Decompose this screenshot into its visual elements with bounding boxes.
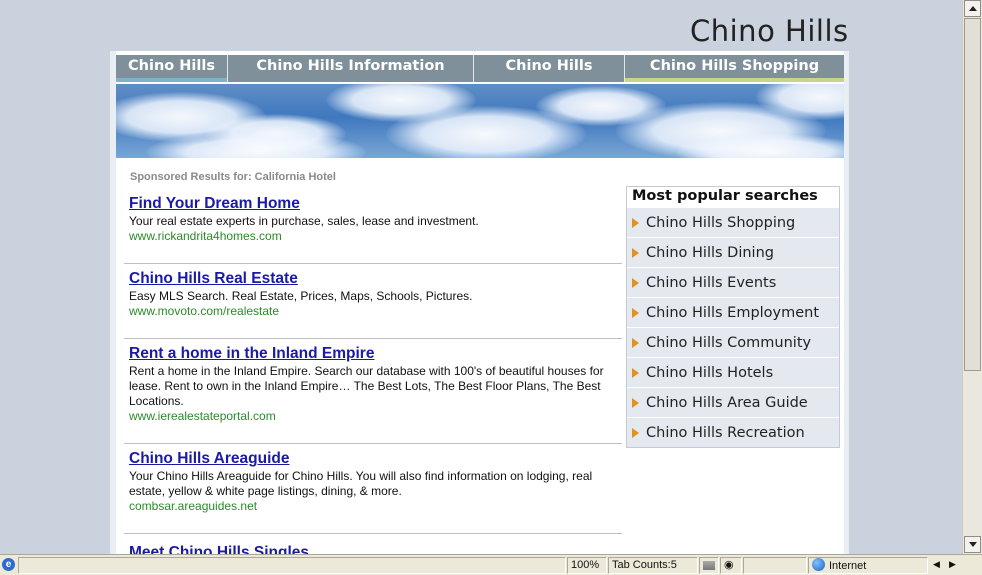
result-description: Easy MLS Search. Real Estate, Prices, Ma… xyxy=(129,289,473,303)
tab-counts: Tab Counts:5 xyxy=(608,557,698,574)
popular-search-item[interactable]: Chino Hills Community xyxy=(627,327,839,357)
result-url[interactable]: www.movoto.com/realestate xyxy=(129,304,617,319)
printer-icon[interactable] xyxy=(699,557,719,574)
nav-tab-accent xyxy=(228,78,473,82)
popular-searches-heading: Most popular searches xyxy=(632,188,818,204)
nav-tab-accent xyxy=(474,78,624,82)
orange-arrow-icon xyxy=(632,337,639,348)
result-title-link[interactable]: Meet Chino Hills Singles xyxy=(129,544,617,554)
popular-search-item[interactable]: Chino Hills Area Guide xyxy=(627,387,839,417)
orange-arrow-icon xyxy=(632,217,639,228)
privacy-eye-icon[interactable]: ◉ xyxy=(720,557,742,574)
scrollbar-thumb[interactable] xyxy=(964,18,981,371)
orange-arrow-icon xyxy=(632,367,639,378)
orange-arrow-icon xyxy=(632,307,639,318)
security-zone: Internet xyxy=(808,557,928,574)
nav-tab-chino-hills[interactable]: Chino Hills xyxy=(116,55,228,82)
popular-search-label: Chino Hills Recreation xyxy=(646,424,805,441)
resize-left-icon[interactable]: ◀ xyxy=(930,557,944,574)
scroll-down-button[interactable] xyxy=(964,536,981,553)
result-description: Your Chino Hills Areaguide for Chino Hil… xyxy=(129,469,593,498)
popular-search-label: Chino Hills Shopping xyxy=(646,214,796,231)
result-item: Meet Chino Hills Singles xyxy=(124,534,622,554)
popular-search-label: Chino Hills Hotels xyxy=(646,364,774,381)
nav-tab-label: Chino Hills Shopping xyxy=(649,58,820,74)
result-url[interactable]: www.ierealestateportal.com xyxy=(129,409,617,424)
resize-right-icon[interactable]: ▶ xyxy=(946,557,960,574)
result-title-link[interactable]: Find Your Dream Home xyxy=(129,195,617,213)
browser-status-bar: e 100% Tab Counts:5 ◉ Internet ◀ ▶ xyxy=(0,554,982,575)
popular-search-label: Chino Hills Employment xyxy=(646,304,820,321)
sky-banner-image xyxy=(116,84,844,158)
top-navigation: Chino Hills Chino Hills Information Chin… xyxy=(116,55,844,97)
result-item: Chino Hills Areaguide Your Chino Hills A… xyxy=(124,444,622,534)
result-url[interactable]: www.rickandrita4homes.com xyxy=(129,229,617,244)
popular-search-label: Chino Hills Events xyxy=(646,274,777,291)
popular-search-label: Chino Hills Area Guide xyxy=(646,394,808,411)
zoom-level[interactable]: 100% xyxy=(567,557,607,574)
popular-search-label: Chino Hills Dining xyxy=(646,244,774,261)
orange-arrow-icon xyxy=(632,247,639,258)
sponsored-results-list: Find Your Dream Home Your real estate ex… xyxy=(124,189,622,554)
result-description: Rent a home in the Inland Empire. Search… xyxy=(129,364,604,408)
result-item: Find Your Dream Home Your real estate ex… xyxy=(124,189,622,264)
status-blank-cell xyxy=(743,557,807,574)
orange-arrow-icon xyxy=(632,427,639,438)
result-title-link[interactable]: Chino Hills Real Estate xyxy=(129,270,617,288)
vertical-scrollbar[interactable] xyxy=(962,0,982,554)
popular-search-label: Chino Hills Community xyxy=(646,334,812,351)
arrow-up-icon xyxy=(969,6,977,11)
result-title-link[interactable]: Rent a home in the Inland Empire xyxy=(129,345,617,363)
globe-icon xyxy=(812,558,825,571)
orange-arrow-icon xyxy=(632,397,639,408)
nav-tab-accent xyxy=(116,78,227,82)
popular-search-item[interactable]: Chino Hills Hotels xyxy=(627,357,839,387)
popular-searches-box: Most popular searches Chino Hills Shoppi… xyxy=(626,186,840,448)
sponsored-results-label: Sponsored Results for: California Hotel xyxy=(130,171,336,183)
popular-search-item[interactable]: Chino Hills Employment xyxy=(627,297,839,327)
result-item: Rent a home in the Inland Empire Rent a … xyxy=(124,339,622,444)
result-description: Your real estate experts in purchase, sa… xyxy=(129,214,479,228)
nav-tab-label: Chino Hills xyxy=(128,58,215,74)
nav-tab-schools[interactable]: Chino Hills Schools xyxy=(474,55,625,97)
scroll-up-button[interactable] xyxy=(964,0,981,17)
result-title-link[interactable]: Chino Hills Areaguide xyxy=(129,450,617,468)
status-text-area xyxy=(18,557,566,574)
nav-tab-shopping[interactable]: Chino Hills Shopping xyxy=(625,55,844,82)
popular-search-item[interactable]: Chino Hills Dining xyxy=(627,237,839,267)
popular-search-item[interactable]: Chino Hills Shopping xyxy=(627,207,839,237)
orange-arrow-icon xyxy=(632,277,639,288)
popular-search-item[interactable]: Chino Hills Recreation xyxy=(627,417,839,447)
page-content: Chino Hills Chino Hills Information Chin… xyxy=(116,51,844,554)
result-url[interactable]: combsar.areaguides.net xyxy=(129,499,617,514)
site-title: Chino Hills xyxy=(690,14,849,48)
arrow-down-icon xyxy=(969,542,977,547)
nav-tab-label: Chino Hills Information xyxy=(256,58,445,74)
nav-tab-accent xyxy=(625,78,844,82)
nav-tab-information[interactable]: Chino Hills Information xyxy=(228,55,474,82)
ie-page-icon: e xyxy=(2,558,15,571)
popular-search-item[interactable]: Chino Hills Events xyxy=(627,267,839,297)
zone-label: Internet xyxy=(829,560,867,572)
result-item: Chino Hills Real Estate Easy MLS Search.… xyxy=(124,264,622,339)
